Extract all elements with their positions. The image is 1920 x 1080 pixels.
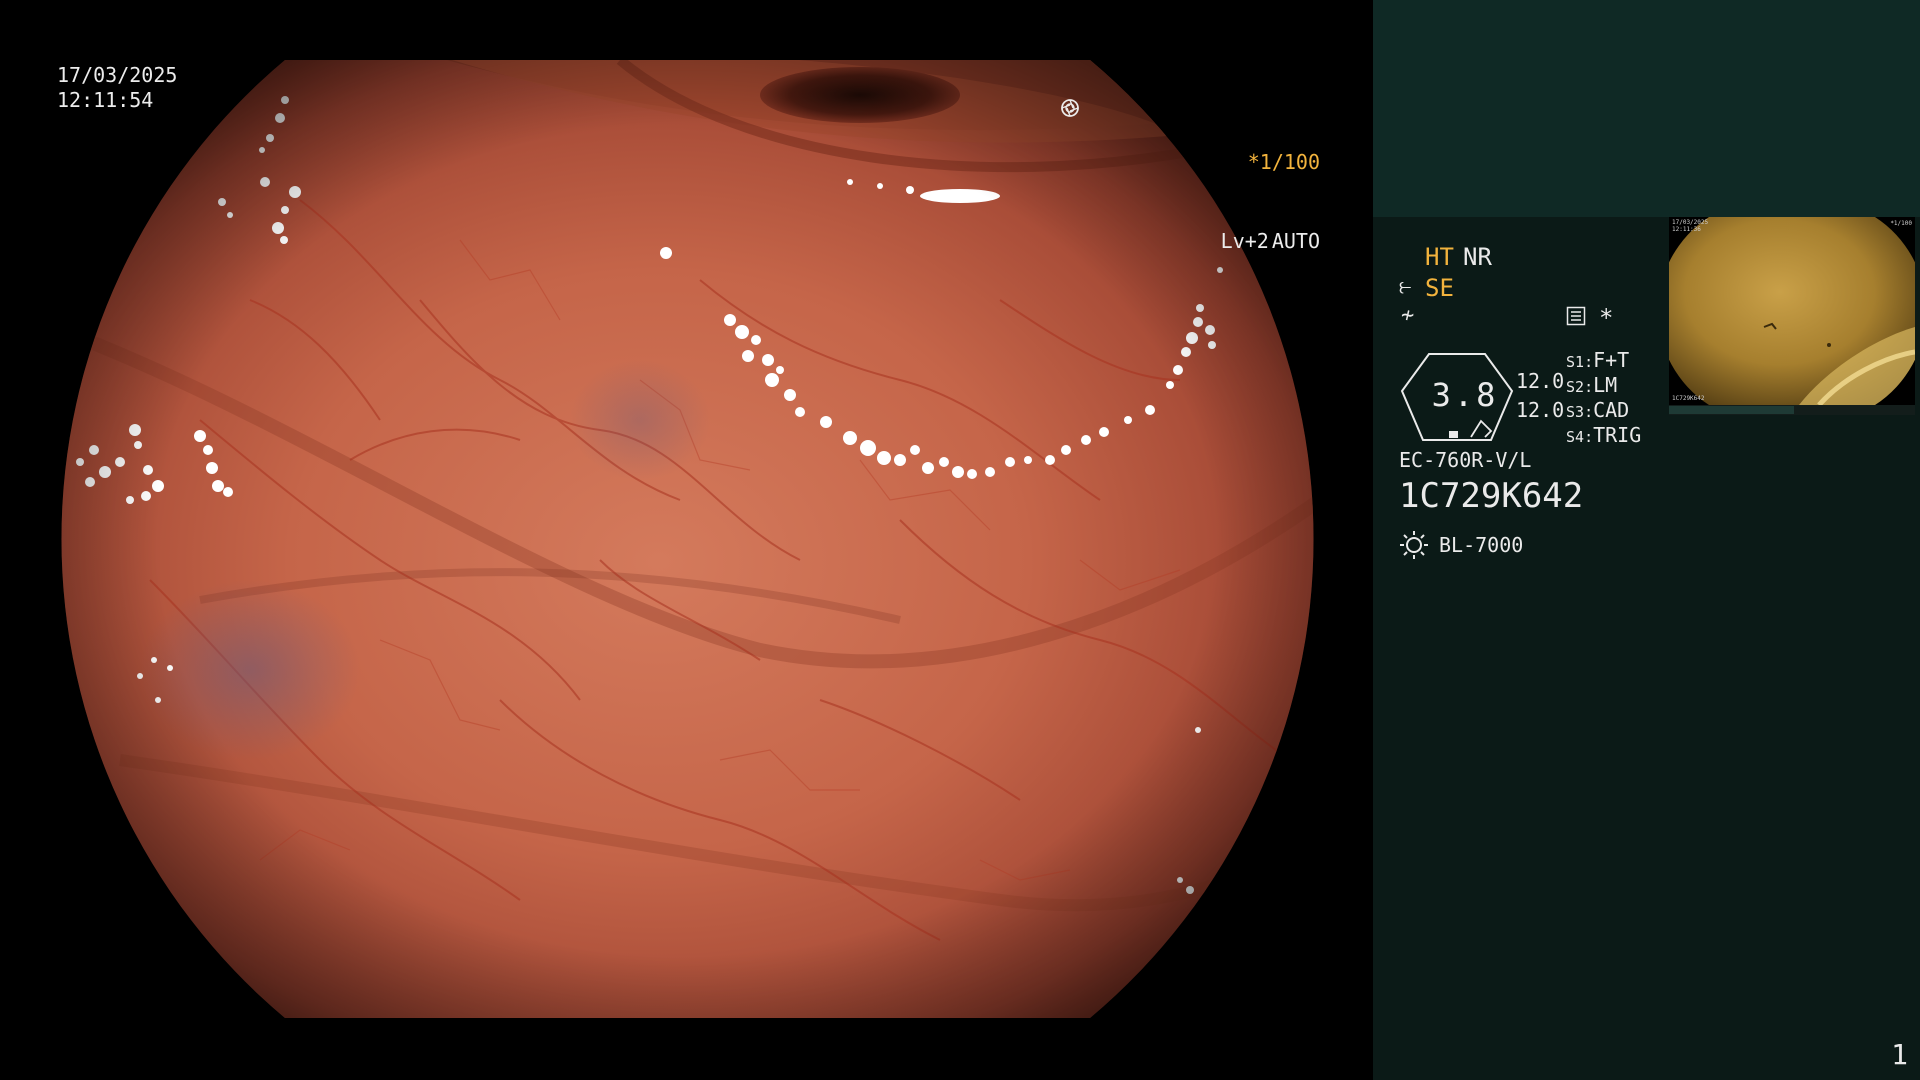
switch-assignment-s3: S3:CAD [1566, 398, 1630, 422]
scope-model: EC-760R-V/L [1399, 448, 1532, 472]
hyper-tone-indicator: HT [1425, 243, 1454, 271]
switch-function: CAD [1593, 398, 1630, 422]
scope-serial-number: 1C729K642 [1399, 476, 1584, 516]
time-text: 12:11:54 [57, 88, 154, 112]
page-number: 1 [1891, 1038, 1908, 1071]
switch-function: F+T [1593, 348, 1630, 372]
pip-date: 17/03/2025 [1672, 219, 1709, 226]
iris-level-text: Lv+2 [1220, 229, 1269, 253]
tone-curve-icon: ≁ [1401, 303, 1415, 328]
switch-key: S4 [1566, 428, 1585, 446]
date-text: 17/03/2025 [57, 63, 178, 87]
target-icon [1061, 99, 1079, 117]
switch-function: TRIG [1593, 423, 1642, 447]
iris-value-2: 12.0 [1516, 398, 1565, 422]
pip-endoscopic-image [1669, 217, 1915, 405]
endoscopic-image-area: 17/03/2025 12:11:54 *1/100 Lv+2 AUTO [0, 0, 1373, 1080]
shutter-speed-text: *1/100 [1247, 150, 1320, 174]
light-source-icon [1400, 531, 1428, 559]
iris-row: Lv+2 AUTO [1060, 99, 1320, 256]
iris-mode-text: AUTO [1271, 229, 1320, 253]
shutter-row: *1/100 [1060, 99, 1320, 177]
exposure-settings: *1/100 Lv+2 AUTO [1060, 98, 1320, 306]
zoom-value: 3.8 [1431, 376, 1499, 414]
pip-status-bar-fill [1669, 406, 1794, 414]
switch-key: S1 [1566, 353, 1585, 371]
menu-list-icon [1566, 306, 1586, 326]
pip-settings: *1/100 [1890, 220, 1912, 227]
iris-value-1: 12.0 [1516, 369, 1565, 393]
info-panel-header [1373, 0, 1920, 217]
sub-image-pip[interactable]: 17/03/2025 12:11:36 *1/100 1C729K642 [1669, 217, 1915, 415]
endoscopy-display: 17/03/2025 12:11:54 *1/100 Lv+2 AUTO HT … [0, 0, 1920, 1080]
switch-function: LM [1593, 373, 1618, 397]
light-source-model: BL-7000 [1439, 533, 1524, 557]
date-time-readout: 17/03/2025 12:11:54 [57, 63, 177, 113]
switch-assignment-s2: S2:LM [1566, 373, 1618, 397]
switch-key: S3 [1566, 403, 1585, 421]
pip-status-bar [1669, 405, 1915, 415]
pip-serial-number: 1C729K642 [1672, 395, 1705, 402]
enhance-icon: ⥼ [1399, 274, 1412, 299]
noise-reduction-indicator: NR [1463, 243, 1492, 271]
switch-key: S2 [1566, 378, 1585, 396]
structure-enhancement-indicator: SE [1425, 274, 1454, 302]
asterisk-indicator: * [1599, 304, 1614, 332]
pip-date-time: 17/03/2025 12:11:36 [1672, 219, 1708, 233]
info-panel: HT NR ⥼ SE ≁ * 3.8 12.0 12.0 S1:F+T S2:L… [1373, 0, 1920, 1080]
pip-time: 12:11:36 [1672, 226, 1701, 233]
switch-assignment-s1: S1:F+T [1566, 348, 1630, 372]
switch-assignment-s4: S4:TRIG [1566, 423, 1642, 447]
